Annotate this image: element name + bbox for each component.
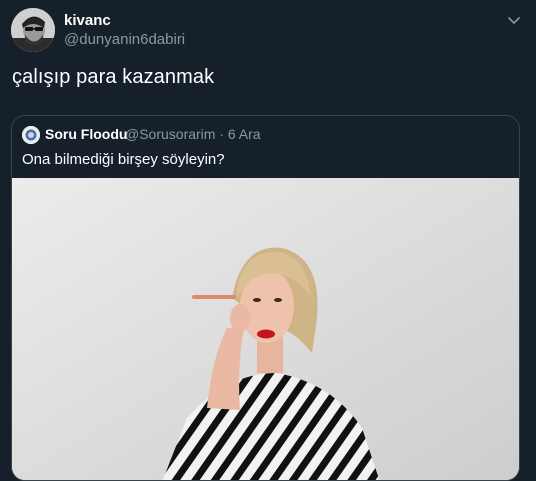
quoted-tweet[interactable]: Soru Floodu @Sorusorarim · 6 Ara Ona bil… <box>11 115 520 481</box>
meta-separator: · <box>219 126 225 142</box>
quoted-display-name[interactable]: Soru Floodu <box>45 126 127 142</box>
user-handle[interactable]: @dunyanin6dabiri <box>64 31 185 48</box>
tweet-card[interactable]: kivanc @dunyanin6dabiri çalışıp para kaz… <box>0 0 536 481</box>
quoted-meta: @Sorusorarim · 6 Ara <box>125 126 261 142</box>
quoted-photo[interactable] <box>12 178 519 480</box>
quoted-handle[interactable]: @Sorusorarim <box>125 126 215 142</box>
quoted-text: Ona bilmediği birşey söyleyin? <box>22 151 225 168</box>
avatar[interactable] <box>11 8 55 52</box>
chevron-down-icon[interactable] <box>506 12 522 28</box>
display-name[interactable]: kivanc <box>64 12 111 29</box>
quoted-date[interactable]: 6 Ara <box>228 126 261 142</box>
quoted-avatar[interactable] <box>22 126 40 144</box>
tweet-text: çalışıp para kazanmak <box>12 66 215 88</box>
